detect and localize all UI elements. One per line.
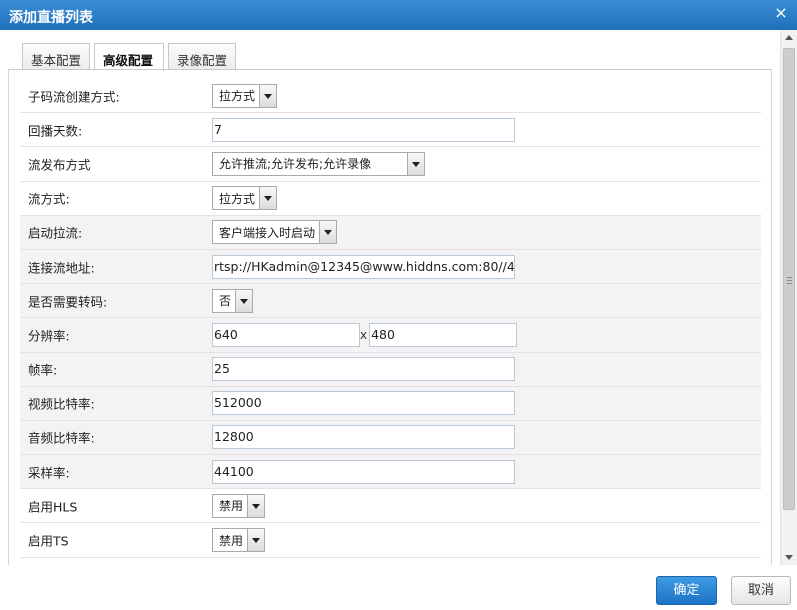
- dialog-title-bar: 添加直播列表 ×: [0, 0, 797, 30]
- form-row-playback-days: 回播天数: 7: [20, 113, 761, 148]
- form-row-sample-rate: 采样率: 44100: [20, 455, 761, 490]
- audio-bitrate-input[interactable]: 12800: [212, 425, 515, 450]
- dialog-title: 添加直播列表: [9, 10, 93, 26]
- form-row-sub-stream-mode: 子码流创建方式: 拉方式: [20, 79, 761, 114]
- stream-mode-value: 拉方式: [219, 191, 256, 206]
- transcode-select[interactable]: 否: [212, 288, 254, 313]
- start-pull-select[interactable]: 客户端接入时启动: [212, 220, 338, 245]
- sample-rate-label: 采样率:: [28, 465, 70, 481]
- chevron-down-icon[interactable]: [247, 494, 265, 517]
- form-row-publish-mode: 流发布方式 允许推流;允许发布;允许录像: [20, 147, 761, 182]
- form-row-start-pull: 启动拉流: 客户端接入时启动: [20, 215, 761, 250]
- video-bitrate-input[interactable]: 512000: [212, 391, 515, 416]
- panel-border-right: [771, 69, 772, 565]
- close-icon[interactable]: ×: [772, 4, 790, 22]
- transcode-value: 否: [219, 294, 232, 309]
- vertical-scrollbar[interactable]: [780, 30, 797, 565]
- sample-rate-input[interactable]: 44100: [212, 459, 515, 484]
- publish-mode-select[interactable]: 允许推流;允许发布;允许录像: [212, 151, 425, 176]
- panel-border-left: [8, 69, 9, 565]
- stream-mode-select[interactable]: 拉方式: [212, 186, 278, 211]
- form-row-video-bitrate: 视频比特率: 512000: [20, 386, 761, 421]
- confirm-button[interactable]: 确定: [656, 576, 717, 605]
- grip-icon: [787, 277, 792, 284]
- form-row-audio-bitrate: 音频比特率: 12800: [20, 420, 761, 456]
- resolution-width-input[interactable]: 640: [212, 322, 360, 347]
- form-row-stream-url: 连接流地址: rtsp://HKadmin@12345@www.hiddns.c…: [20, 249, 761, 285]
- hls-label: 启用HLS: [28, 499, 78, 515]
- publish-mode-label: 流发布方式: [28, 157, 91, 173]
- hls-value: 禁用: [219, 499, 244, 514]
- sub-stream-mode-value: 拉方式: [219, 89, 256, 104]
- form-row-resolution: 分辨率: 640 x 480: [20, 318, 761, 353]
- tab-recording-config[interactable]: 录像配置: [168, 43, 236, 70]
- chevron-down-icon[interactable]: [247, 529, 265, 552]
- frame-rate-label: 帧率:: [28, 362, 58, 378]
- chevron-down-icon[interactable]: [319, 221, 337, 244]
- form-row-stream-mode: 流方式: 拉方式: [20, 182, 761, 216]
- playback-days-input[interactable]: 7: [212, 117, 515, 142]
- scroll-up-icon[interactable]: [781, 30, 797, 46]
- ts-value: 禁用: [219, 533, 244, 548]
- scrollbar-thumb[interactable]: [783, 48, 795, 510]
- tab-divider: [8, 69, 772, 70]
- form-rows: 子码流创建方式: 拉方式 回播天数: 7 流发布方式 允许推流;允许发布;允许录…: [20, 79, 761, 558]
- resolution-label: 分辨率:: [28, 328, 70, 344]
- form-row-ts: 启用TS 禁用: [20, 523, 761, 558]
- chevron-down-icon[interactable]: [259, 187, 277, 210]
- stream-url-label: 连接流地址:: [28, 260, 95, 276]
- dialog-content: 基本配置 高级配置 录像配置 子码流创建方式: 拉方式 回播天数: 7 流发布方…: [0, 30, 797, 565]
- playback-days-label: 回播天数:: [28, 123, 83, 139]
- stream-url-input[interactable]: rtsp://HKadmin@12345@www.hiddns.com:80//…: [212, 254, 515, 279]
- sub-stream-mode-label: 子码流创建方式:: [28, 89, 120, 105]
- tab-advanced-config[interactable]: 高级配置: [94, 43, 164, 71]
- scroll-down-icon[interactable]: [781, 549, 797, 565]
- chevron-down-icon[interactable]: [259, 84, 277, 107]
- start-pull-value: 客户端接入时启动: [219, 225, 316, 240]
- video-bitrate-label: 视频比特率:: [28, 396, 95, 412]
- transcode-label: 是否需要转码:: [28, 294, 108, 310]
- form-row-frame-rate: 帧率: 25: [20, 352, 761, 387]
- ts-select[interactable]: 禁用: [212, 528, 266, 553]
- audio-bitrate-label: 音频比特率:: [28, 430, 95, 446]
- chevron-down-icon[interactable]: [407, 152, 424, 175]
- dialog-footer: 确定 取消: [0, 565, 797, 610]
- frame-rate-input[interactable]: 25: [212, 357, 515, 382]
- form-row-hls: 启用HLS 禁用: [20, 489, 761, 524]
- sub-stream-mode-select[interactable]: 拉方式: [212, 83, 278, 108]
- publish-mode-value: 允许推流;允许发布;允许录像: [219, 157, 372, 172]
- stream-mode-label: 流方式:: [28, 191, 70, 207]
- tab-basic-config[interactable]: 基本配置: [22, 43, 90, 70]
- ts-label: 启用TS: [28, 533, 69, 549]
- chevron-down-icon[interactable]: [235, 289, 253, 312]
- start-pull-label: 启动拉流:: [28, 225, 83, 241]
- hls-select[interactable]: 禁用: [212, 493, 266, 518]
- resolution-height-input[interactable]: 480: [369, 322, 518, 347]
- resolution-separator: x: [360, 327, 368, 342]
- form-row-transcode: 是否需要转码: 否: [20, 284, 761, 319]
- cancel-button[interactable]: 取消: [731, 576, 791, 605]
